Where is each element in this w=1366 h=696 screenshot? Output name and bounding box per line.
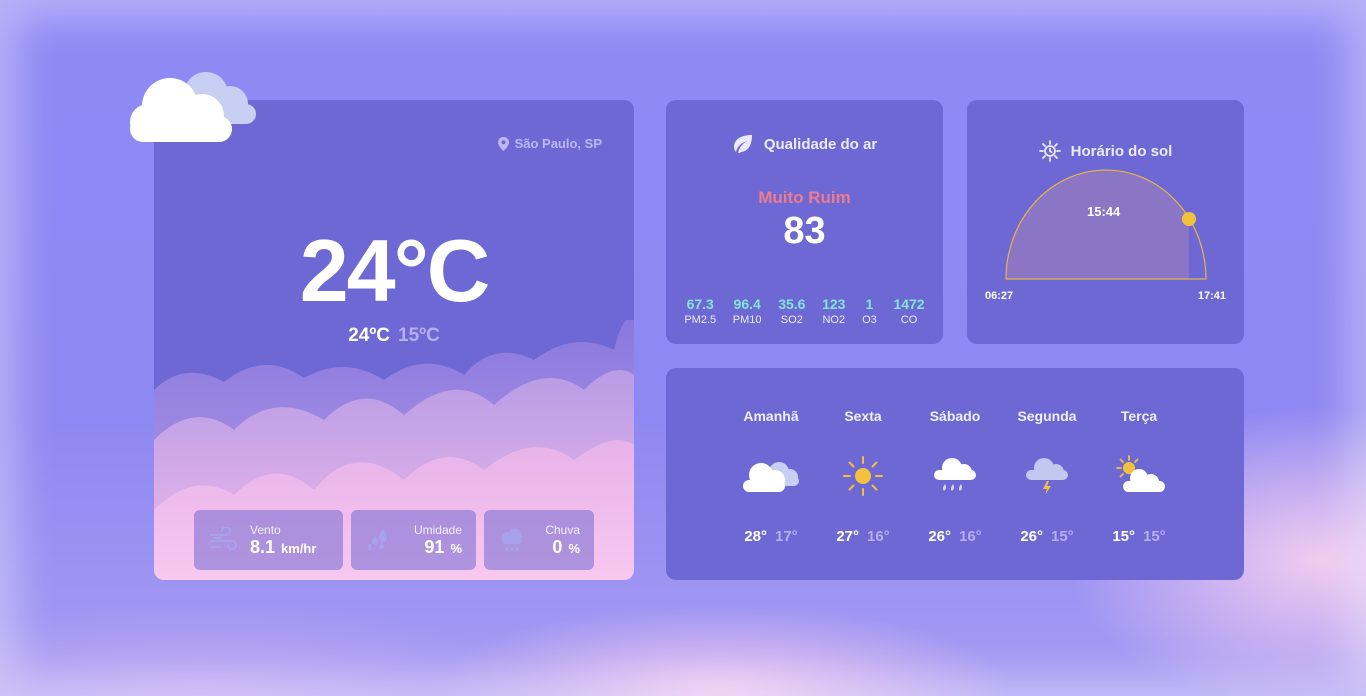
sun-cloud-icon — [1116, 455, 1165, 492]
air-quality-title: Qualidade do ar — [763, 135, 878, 153]
metric-humidity: Umidade 91% — [351, 510, 476, 570]
temp-range: 24ºC 15ºC — [154, 325, 634, 347]
location: São Paulo, SP — [497, 136, 602, 151]
rain-value: 0 — [552, 536, 563, 557]
pollutant-value: 123 — [822, 296, 846, 312]
sun-title: Horário do sol — [1070, 142, 1173, 160]
rain-icon — [934, 458, 976, 491]
forecast-day-name: Terça — [1120, 408, 1158, 424]
air-quality-status: Muito Ruim — [758, 188, 851, 207]
forecast-day-name: Sábado — [929, 408, 981, 424]
pollutant-value: 1 — [865, 296, 874, 312]
sun-arc — [1005, 169, 1207, 280]
forecast-max: 26° — [1020, 528, 1043, 545]
pollutant-value: 96.4 — [733, 296, 761, 312]
forecast-min: 15° — [1051, 528, 1074, 545]
leaf-icon — [733, 135, 752, 153]
location-pin-icon — [497, 136, 509, 151]
wind-icon — [209, 527, 237, 550]
forecast-min: 17° — [775, 528, 798, 545]
humidity-icon — [367, 529, 387, 551]
rain-cloud-icon — [502, 529, 522, 551]
humidity-unit: % — [450, 540, 462, 556]
pollutant-name: NO2 — [822, 314, 846, 326]
rain-unit: % — [568, 540, 580, 556]
sun-clock-icon — [1038, 140, 1061, 162]
pollutant-name: PM2.5 — [684, 314, 717, 326]
metric-wind: Vento 8.1 km/hr — [194, 510, 343, 570]
forecast-min: 16° — [867, 528, 890, 545]
wind-unit: km/hr — [281, 540, 317, 556]
forecast-day-name: Sexta — [844, 408, 882, 424]
pollutant-name: O3 — [862, 314, 877, 326]
metric-rain: Chuva 0% — [484, 510, 594, 570]
sunrise-time: 06:27 — [985, 290, 1014, 302]
air-quality-index: 83 — [783, 210, 826, 252]
sun-header: Horário do sol — [967, 140, 1244, 162]
forecast-max: 26° — [928, 528, 951, 545]
forecast-day: Sábado 26° 16° — [909, 408, 1001, 545]
pollutant-so2: 35.6 SO2 — [778, 296, 805, 326]
temp-min: 15ºC — [398, 325, 440, 346]
current-time: 15:44 — [1087, 204, 1121, 219]
forecast-max: 15° — [1112, 528, 1135, 545]
forecast-day: Terça 15° 15° — [1093, 408, 1185, 545]
current-weather-card: São Paulo, SP 24°C 24ºC 15ºC Vento 8.1 km/h… — [154, 100, 634, 580]
humidity-value: 91 — [424, 536, 445, 557]
pollutant-name: CO — [900, 314, 918, 326]
pollutant-name: PM10 — [732, 314, 762, 326]
sun-position-marker — [1182, 212, 1196, 226]
forecast-day-name: Segunda — [1017, 408, 1077, 424]
forecast-day: Segunda 26° 15° — [1001, 408, 1093, 545]
forecast-min: 15° — [1143, 528, 1166, 545]
temp-max: 24ºC — [348, 325, 390, 346]
forecast-max: 27° — [836, 528, 859, 545]
pollutant-value: 1472 — [893, 296, 925, 312]
pollutant-no2: 123 NO2 — [822, 296, 845, 326]
pollutant-name: SO2 — [780, 314, 803, 326]
rain-label: Chuva — [545, 522, 580, 537]
pollutant-pm25: 67.3 PM2.5 — [684, 296, 716, 326]
forecast-days: Amanhã 28° 17° Sexta 27° 16° Sábado 26° 16°… — [725, 408, 1185, 545]
forecast-min: 16° — [959, 528, 982, 545]
storm-icon — [1026, 458, 1068, 495]
metrics-row: Vento 8.1 km/hr Umidade 91% Chuva 0% — [194, 510, 594, 570]
location-label: São Paulo, SP — [514, 136, 602, 151]
air-quality-card: Qualidade do ar Muito Ruim 83 67.3 PM2.5 … — [666, 100, 943, 344]
humidity-label: Umidade — [413, 522, 462, 537]
forecast-day: Sexta 27° 16° — [817, 408, 909, 545]
cloud-icon — [130, 72, 256, 142]
pollutant-o3: 1 O3 — [862, 296, 877, 326]
current-temperature: 24°C — [299, 221, 491, 320]
forecast-card: Amanhã 28° 17° Sexta 27° 16° Sábado 26° 16°… — [666, 368, 1244, 580]
forecast-day-name: Amanhã — [743, 408, 799, 424]
sun-icon — [843, 456, 883, 496]
pollutant-co: 1472 CO — [893, 296, 924, 326]
pollutant-pm10: 96.4 PM10 — [733, 296, 762, 326]
forecast-day: Amanhã 28° 17° — [725, 408, 817, 545]
air-quality-header: Qualidade do ar — [666, 134, 943, 154]
sunset-time: 17:41 — [1197, 290, 1226, 302]
pollutant-value: 67.3 — [686, 296, 714, 312]
partly-cloudy-icon — [743, 462, 799, 492]
sun-times-card: Horário do sol 15:44 06:27 17:41 — [967, 100, 1244, 344]
pollutants-row: 67.3 PM2.5 96.4 PM10 35.6 SO2 123 NO2 1 O3 14… — [676, 296, 933, 326]
wind-label: Vento — [250, 522, 281, 537]
pollutant-value: 35.6 — [778, 296, 806, 312]
forecast-max: 28° — [744, 528, 767, 545]
wind-value: 8.1 — [250, 536, 276, 557]
